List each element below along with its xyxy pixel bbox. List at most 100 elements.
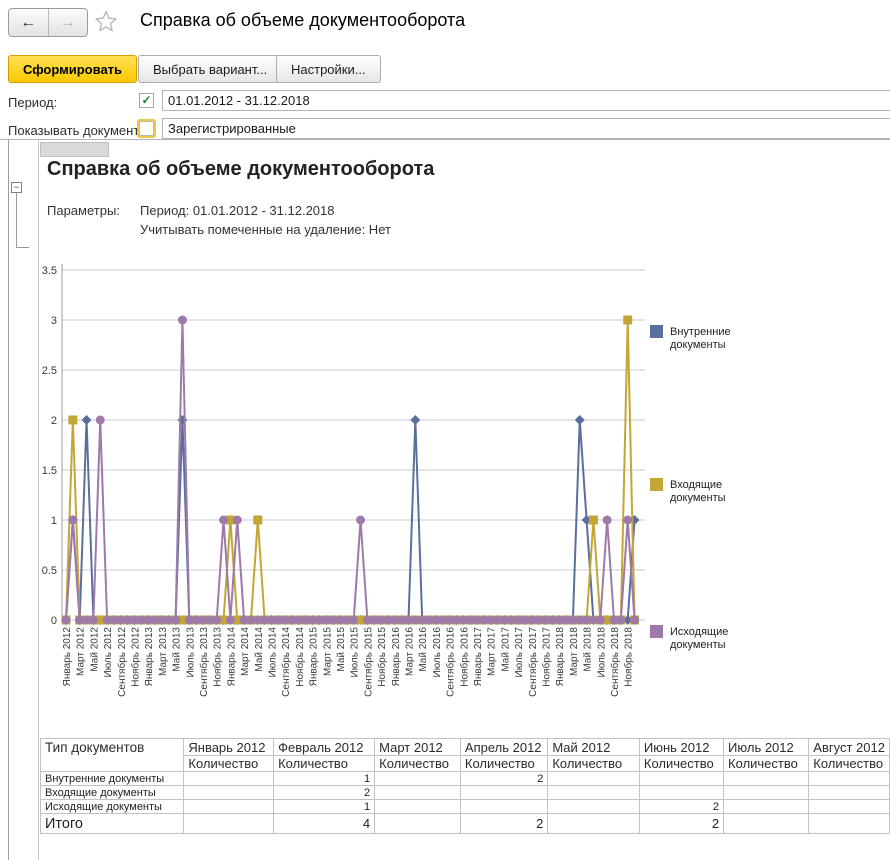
value-cell[interactable] <box>548 772 640 786</box>
value-cell[interactable] <box>375 800 461 814</box>
back-button[interactable]: ← <box>9 9 49 36</box>
favorite-star-icon[interactable] <box>95 10 117 32</box>
value-cell[interactable] <box>809 800 890 814</box>
value-cell[interactable]: 2 <box>639 814 723 834</box>
volume-table: Тип документовЯнварь 2012Февраль 2012Мар… <box>40 738 890 834</box>
value-cell[interactable] <box>460 786 547 800</box>
value-cell[interactable] <box>184 786 274 800</box>
data-point-circle <box>630 616 639 625</box>
show-documents-label: Показывать документы: <box>8 123 152 138</box>
row-label[interactable]: Исходящие документы <box>41 800 184 814</box>
data-point-circle <box>62 616 71 625</box>
selected-cell-marker[interactable] <box>40 142 109 157</box>
data-point-circle <box>96 416 105 425</box>
value-cell[interactable] <box>375 814 461 834</box>
report-title: Справка об объеме документооборота <box>47 158 434 181</box>
x-axis-tick-label: Март 2015 <box>322 627 333 676</box>
value-cell[interactable] <box>460 800 547 814</box>
value-cell[interactable] <box>724 786 809 800</box>
period-checkbox[interactable]: ✓ <box>139 93 154 108</box>
value-cell[interactable]: 1 <box>274 800 375 814</box>
value-cell[interactable] <box>724 814 809 834</box>
total-row-label[interactable]: Итого <box>41 814 184 834</box>
y-axis-tick-label: 2.5 <box>42 365 57 377</box>
x-axis-tick-label: Март 2018 <box>569 627 580 676</box>
data-point-diamond <box>82 415 92 425</box>
x-axis-tick-label: Май 2012 <box>89 627 100 672</box>
x-axis-tick-label: Сентябрь 2016 <box>445 627 457 697</box>
value-cell[interactable] <box>809 772 890 786</box>
column-header[interactable]: Январь 2012 <box>184 739 274 756</box>
x-axis-tick-label: Март 2017 <box>487 627 498 676</box>
subcolumn-header[interactable]: Количество <box>724 756 809 772</box>
x-axis-tick-label: Ноябрь 2016 <box>458 627 470 687</box>
value-cell[interactable] <box>724 772 809 786</box>
column-header[interactable]: Май 2012 <box>548 739 640 756</box>
data-point-circle <box>89 616 98 625</box>
y-axis-tick-label: 0.5 <box>42 565 57 577</box>
show-documents-checkbox[interactable] <box>139 121 154 136</box>
column-header[interactable]: Март 2012 <box>375 739 461 756</box>
data-point-circle <box>68 516 77 525</box>
x-axis-tick-label: Май 2013 <box>172 627 183 672</box>
x-axis-tick-label: Ноябрь 2013 <box>212 627 224 687</box>
value-cell[interactable] <box>375 786 461 800</box>
subcolumn-header[interactable]: Количество <box>548 756 640 772</box>
data-point-diamond <box>575 415 585 425</box>
choose-variant-button[interactable]: Выбрать вариант... <box>138 55 282 83</box>
value-cell[interactable] <box>375 772 461 786</box>
value-cell[interactable] <box>724 800 809 814</box>
x-axis-tick-label: Сентябрь 2013 <box>198 627 210 697</box>
value-cell[interactable] <box>809 786 890 800</box>
group-bracket <box>16 193 29 248</box>
subcolumn-header[interactable]: Количество <box>639 756 723 772</box>
x-axis-tick-label: Июль 2017 <box>514 627 525 678</box>
value-cell[interactable] <box>184 772 274 786</box>
column-header[interactable]: Июль 2012 <box>724 739 809 756</box>
x-axis-tick-label: Март 2013 <box>158 627 169 676</box>
subcolumn-header[interactable]: Количество <box>184 756 274 772</box>
x-axis-tick-label: Ноябрь 2014 <box>294 627 306 687</box>
show-documents-input[interactable] <box>162 118 890 139</box>
forward-button[interactable]: → <box>49 9 88 36</box>
row-label[interactable]: Входящие документы <box>41 786 184 800</box>
value-cell[interactable] <box>639 786 723 800</box>
subcolumn-header[interactable]: Количество <box>375 756 461 772</box>
column-header[interactable]: Август 2012 <box>809 739 890 756</box>
x-axis-tick-label: Январь 2013 <box>144 627 155 687</box>
legend-label: документы <box>670 492 726 504</box>
column-header[interactable]: Февраль 2012 <box>274 739 375 756</box>
value-cell[interactable]: 2 <box>274 786 375 800</box>
value-cell[interactable] <box>548 814 640 834</box>
column-header[interactable]: Июнь 2012 <box>639 739 723 756</box>
table-corner-header[interactable]: Тип документов <box>41 739 184 772</box>
row-label[interactable]: Внутренние документы <box>41 772 184 786</box>
value-cell[interactable] <box>639 772 723 786</box>
subcolumn-header[interactable]: Количество <box>809 756 890 772</box>
period-input[interactable] <box>162 90 890 111</box>
x-axis-tick-label: Ноябрь 2018 <box>623 627 635 687</box>
value-cell[interactable]: 4 <box>274 814 375 834</box>
x-axis-tick-label: Ноябрь 2015 <box>376 627 388 687</box>
group-collapse-button[interactable]: − <box>11 182 22 193</box>
settings-button[interactable]: Настройки... <box>276 55 381 83</box>
subcolumn-header[interactable]: Количество <box>460 756 547 772</box>
value-cell[interactable] <box>548 800 640 814</box>
column-header[interactable]: Апрель 2012 <box>460 739 547 756</box>
legend-item: Входящиедокументы <box>650 478 726 504</box>
value-cell[interactable]: 1 <box>274 772 375 786</box>
value-cell[interactable] <box>184 814 274 834</box>
value-cell[interactable]: 2 <box>639 800 723 814</box>
value-cell[interactable] <box>184 800 274 814</box>
document-flow-chart[interactable]: 00.511.522.533.5Январь 2012Март 2012Май … <box>0 250 890 735</box>
value-cell[interactable]: 2 <box>460 772 547 786</box>
data-point-circle <box>623 516 632 525</box>
value-cell[interactable] <box>548 786 640 800</box>
value-cell[interactable]: 2 <box>460 814 547 834</box>
subcolumn-header[interactable]: Количество <box>274 756 375 772</box>
x-axis-tick-label: Июль 2013 <box>185 627 196 678</box>
legend-label: Исходящие <box>670 626 728 638</box>
generate-button[interactable]: Сформировать <box>8 55 137 83</box>
data-point-circle <box>596 616 605 625</box>
value-cell[interactable] <box>809 814 890 834</box>
